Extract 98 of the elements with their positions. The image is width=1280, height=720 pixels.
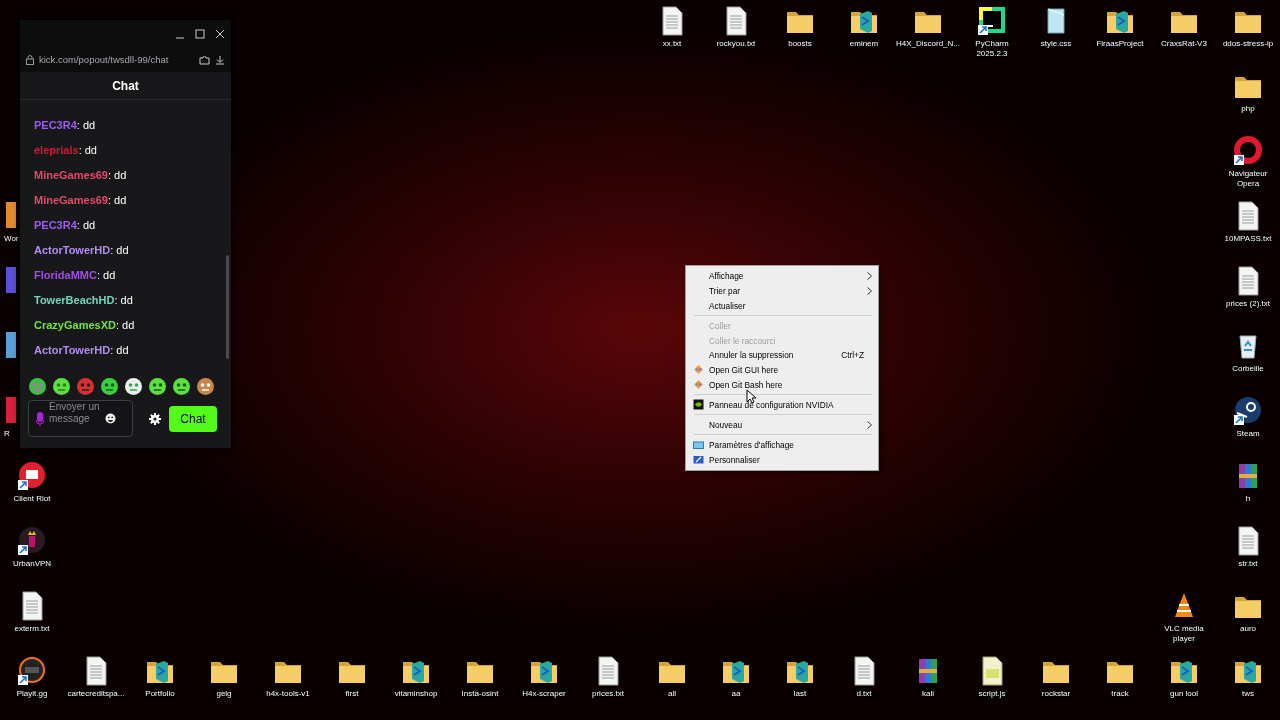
desktop-icon-label: vitaminshop [394, 689, 438, 699]
menu-item[interactable]: Nouveau [686, 417, 878, 433]
app-logo-icon[interactable] [16, 525, 48, 557]
desktop-icon-label: R [4, 429, 10, 439]
desktop-icon-label: gun lool [1170, 689, 1198, 699]
desktop-icon-label: rockstar [1041, 689, 1071, 699]
chat-title: Chat [112, 78, 139, 93]
desktop-icon-label: Portfolio [145, 689, 175, 699]
chat-message: ActorTowerHD: dd [34, 243, 129, 258]
emote-icon[interactable] [196, 377, 215, 396]
diamond-icon [693, 379, 704, 391]
desktop-icon-label: Insta-osint [461, 689, 499, 699]
desktop-icon-label: prices.txt [592, 689, 624, 699]
desktop-icon-label: PyCharm 2025.2.3 [974, 39, 1010, 59]
desktop-icon-label: Client Riot [13, 494, 51, 504]
message-input[interactable]: Envoyer un message [49, 400, 101, 437]
diamond-icon [693, 364, 704, 376]
scrollbar[interactable] [226, 255, 229, 359]
desktop-icon-label: tws [1242, 689, 1254, 699]
menu-item[interactable]: Annuler la suppression Ctrl+Z [686, 347, 878, 363]
emote-icon[interactable] [28, 377, 47, 396]
menu-item[interactable]: Paramètres d'affichage [686, 437, 878, 453]
desktop-icon-label: Playit.gg [16, 689, 48, 699]
desktop-icon-label: track [1111, 689, 1129, 699]
desktop-icon-label: prices (2).txt [1226, 299, 1270, 309]
download-icon[interactable] [215, 54, 225, 65]
chat-message: PEC3R4: dd [34, 218, 96, 233]
desktop-icon-label: kali [922, 689, 934, 699]
maximize-icon[interactable] [195, 28, 205, 39]
desktop-icon-label: last [793, 689, 807, 699]
desktop-icon-label: eminem [849, 39, 879, 49]
menu-item[interactable]: Panneau de configuration NVIDIA [686, 397, 878, 413]
desktop-icon-label: str.txt [1238, 559, 1258, 569]
desktop-icon-label: H4x-scraper [522, 689, 566, 699]
desktop-icon-label: ddos-stress-ip [1222, 39, 1274, 49]
desktop-icon-label: d.txt [856, 689, 872, 699]
chat-message: MineGames69: dd [34, 168, 127, 183]
desktop-icon-label: cartecreditspa... [67, 689, 125, 699]
app-logo-icon[interactable] [16, 655, 48, 687]
chat-send-button[interactable]: Chat [169, 405, 217, 432]
monitor-icon [693, 454, 704, 466]
menu-item[interactable]: Personnaliser [686, 452, 878, 468]
emote-icon[interactable] [172, 377, 191, 396]
menu-item[interactable]: Open Git GUI here [686, 362, 878, 378]
menu-item[interactable]: Actualiser [686, 298, 878, 314]
menu-item[interactable]: Open Git Bash here [686, 377, 878, 392]
desktop-icon-label: 10MPASS.txt [1224, 234, 1272, 244]
desktop-icon-label: Steam [1236, 429, 1260, 439]
desktop-icon-label: php [1241, 104, 1255, 114]
microphone-icon[interactable] [35, 410, 45, 427]
desktop-icon-label: Corbeille [1232, 364, 1264, 374]
emote-icon[interactable] [100, 377, 119, 396]
desktop-icon-label: h4x-tools-v1 [266, 689, 310, 699]
ring-logo-icon[interactable] [1232, 135, 1264, 167]
emote-icon[interactable] [52, 377, 71, 396]
menu-item[interactable]: Trier par [686, 283, 878, 299]
desktop-icon-label: FiraasProject [1096, 39, 1144, 49]
emoji-icon[interactable] [105, 413, 116, 424]
desktop-icon-label: boosts [788, 39, 812, 49]
app-logo-icon[interactable] [16, 460, 48, 492]
url-text: kick.com/popout/twsdll-99/chat [39, 54, 170, 65]
desktop-icon-label: H4X_Discord_N... [896, 39, 960, 49]
desktop-icon-label: CraxsRat-V3 [1161, 39, 1207, 49]
eye-logo-icon [693, 399, 704, 411]
desktop-icon-label: VLC media player [1163, 624, 1205, 644]
desktop-icon-label: exterm.txt [14, 624, 50, 634]
menu-item[interactable]: Affichage [686, 269, 878, 284]
desktop-icon-label: h [1245, 494, 1251, 504]
desktop-icon-label: UrbanVPN [12, 559, 52, 569]
chat-message: CrazyGamesXD: dd [34, 318, 135, 333]
emote-icon[interactable] [124, 377, 143, 396]
desktop-icon-label: rockyou.txt [716, 39, 756, 49]
desktop-icon-label: style.css [1040, 39, 1072, 49]
app-logo-icon[interactable] [1232, 395, 1264, 427]
puzzle-icon[interactable] [199, 54, 210, 65]
desktop-icon-label: gelg [216, 689, 232, 699]
desktop-icon-label: auro [1240, 624, 1256, 634]
message-field[interactable]: Envoyer un message [28, 400, 133, 437]
emote-icon[interactable] [148, 377, 167, 396]
chat-message: MineGames69: dd [34, 193, 127, 208]
desktop-icon-label: all [668, 689, 676, 699]
chat-message: FloridaMMC: dd [34, 268, 116, 283]
desktop-icon-label: aa [731, 689, 741, 699]
lock-icon [26, 54, 34, 65]
desktop-icon-label: first [345, 689, 359, 699]
desktop-icon-label: script.js [978, 689, 1006, 699]
desktop-icon-label: Navigateur Opera [1227, 169, 1269, 189]
chat-message: TowerBeachHD: dd [34, 293, 133, 308]
app-logo-icon[interactable] [976, 5, 1008, 37]
monitor-icon [693, 439, 704, 451]
shortcut-text: Ctrl+Z [841, 350, 864, 361]
close-icon[interactable] [215, 28, 225, 39]
chat-message: eleprials: dd [34, 143, 97, 158]
chat-message: ActorTowerHD: dd [34, 343, 129, 358]
desktop-icon-label: xx.txt [662, 39, 682, 49]
chat-message: PEC3R4: dd [34, 118, 96, 133]
settings-icon[interactable] [149, 412, 161, 425]
desktop-icon-label: Wor [4, 234, 19, 244]
